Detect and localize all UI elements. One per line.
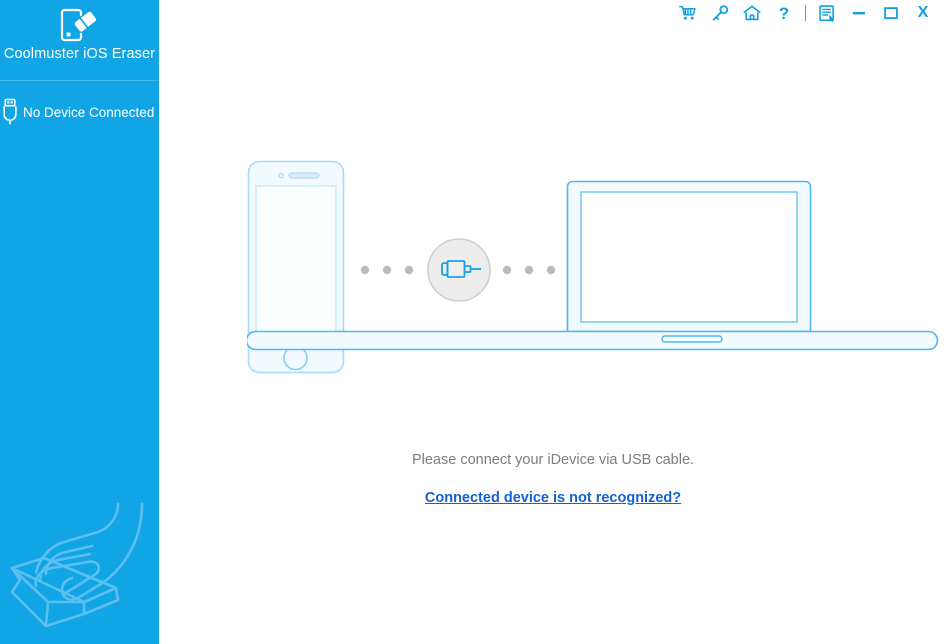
feedback-icon[interactable] [811,0,843,26]
connect-caption: Please connect your iDevice via USB cabl… [411,452,695,468]
key-icon[interactable] [704,0,736,26]
device-status-row[interactable]: No Device Connected [0,97,159,127]
laptop-outline-icon [245,180,939,351]
maximize-button[interactable] [875,0,907,26]
main-panel: ? X Please connect your iDevice via USB … [159,0,947,644]
brand-title: Coolmuster iOS Eraser [3,46,156,62]
home-icon[interactable] [736,0,768,26]
brand-block: Coolmuster iOS Eraser [0,0,159,80]
sidebar: Coolmuster iOS Eraser No Device Connecte… [0,0,159,644]
help-icon[interactable]: ? [768,0,800,26]
app-window: Coolmuster iOS Eraser No Device Connecte… [0,0,947,644]
close-button-label: X [917,4,929,21]
titlebar-separator [805,5,806,21]
minimize-button[interactable] [843,0,875,26]
help-icon-label: ? [778,3,790,23]
device-not-recognized-link[interactable]: Connected device is not recognized? [425,490,681,506]
connection-dots-left [360,265,414,275]
cart-icon[interactable] [672,0,704,26]
close-button[interactable]: X [907,0,939,26]
titlebar: ? X [672,0,947,26]
connection-illustration [245,160,947,380]
usb-plug-icon [427,238,491,302]
usb-icon [0,98,18,126]
sidebar-divider [0,80,159,81]
phone-eraser-icon [57,7,103,43]
device-status-label: No Device Connected [23,104,155,120]
connection-dots-right [502,265,556,275]
not-recognized-row: Connected device is not recognized? [159,489,947,507]
